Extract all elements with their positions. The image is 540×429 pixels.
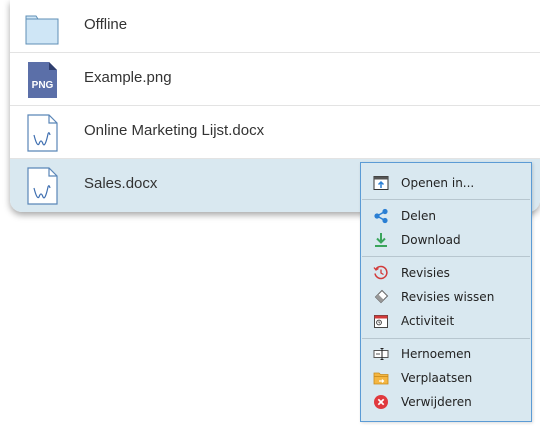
menu-label: Verwijderen [401,395,472,409]
menu-label: Hernoemen [401,347,472,361]
open-in-icon [373,176,389,190]
history-icon [373,265,388,280]
docx-file-icon [27,167,58,205]
menu-label: Delen [401,209,436,223]
eraser-icon [374,289,389,304]
menu-label: Download [401,233,461,247]
menu-item-download[interactable]: Download [361,228,531,252]
png-badge: PNG [32,80,54,91]
menu-label: Activiteit [401,314,455,328]
activity-icon [374,315,388,328]
download-icon [375,233,387,247]
menu-separator [362,199,530,200]
menu-item-open-in[interactable]: Openen in... [361,171,531,195]
file-name: Offline [84,16,128,33]
menu-item-move[interactable]: Verplaatsen [361,366,531,390]
move-folder-icon [373,372,389,385]
file-name: Example.png [84,69,172,86]
menu-item-clear-revisions[interactable]: Revisies wissen [361,285,531,309]
menu-label: Openen in... [401,176,475,190]
docx-file-icon [27,114,58,152]
file-name: Sales.docx [84,175,158,192]
menu-label: Revisies wissen [401,290,495,304]
menu-item-revisions[interactable]: Revisies [361,261,531,285]
menu-item-share[interactable]: Delen [361,204,531,228]
menu-item-activity[interactable]: Activiteit [361,309,531,333]
menu-separator [362,338,530,339]
menu-item-delete[interactable]: Verwijderen [361,390,531,414]
menu-label: Revisies [401,266,450,280]
rename-icon [373,348,389,360]
png-file-icon: PNG [28,62,57,98]
folder-icon [25,15,59,45]
menu-item-rename[interactable]: Hernoemen [361,342,531,366]
menu-separator [362,256,530,257]
file-row-offline[interactable]: Offline [10,0,540,53]
file-name: Online Marketing Lijst.docx [84,122,265,139]
delete-icon [374,395,388,409]
share-icon [374,208,388,224]
menu-label: Verplaatsen [401,371,473,385]
context-menu: Openen in... Delen Download Revisies Rev… [360,162,532,422]
file-row-example-png[interactable]: PNG Example.png [10,53,540,106]
file-row-online-marketing[interactable]: Online Marketing Lijst.docx [10,106,540,159]
